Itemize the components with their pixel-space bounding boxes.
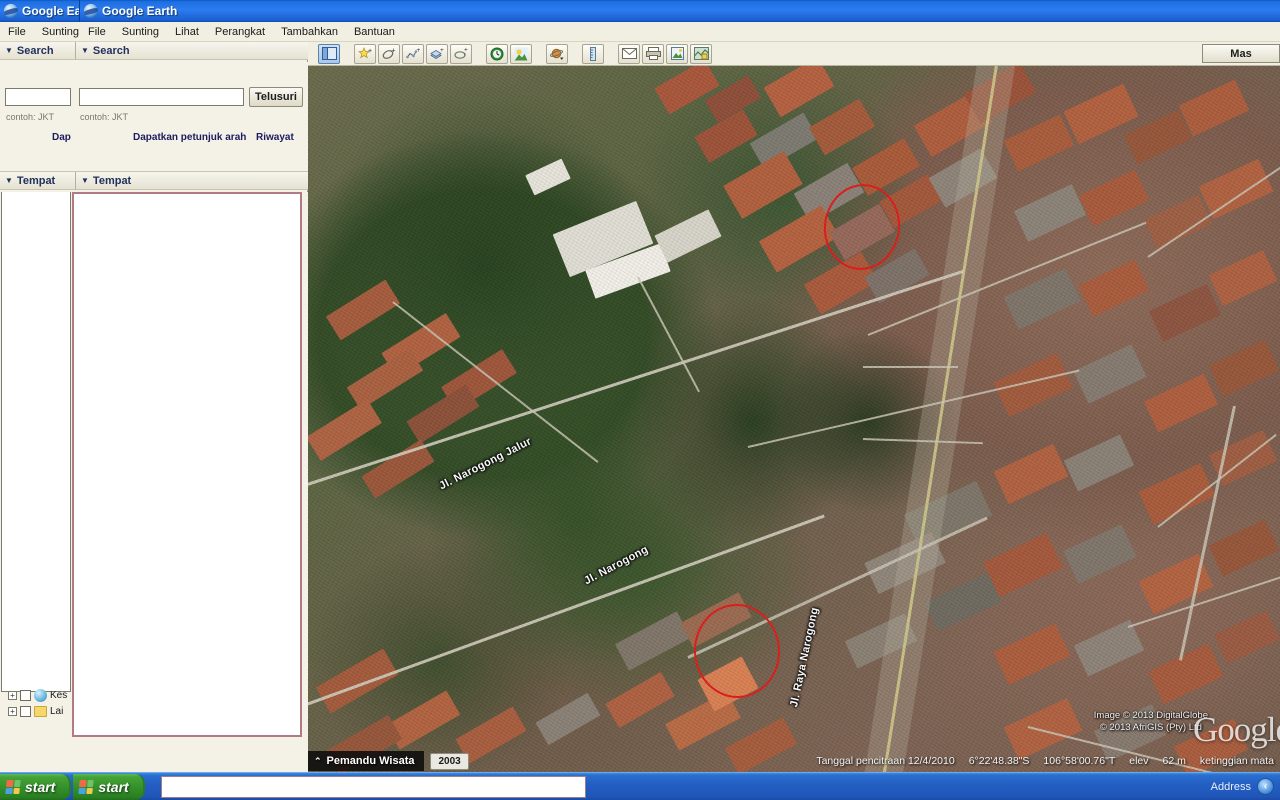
start-label-2: start (98, 778, 129, 795)
window-titlebar-back[interactable]: Google Ea (0, 0, 80, 22)
chevron-left-icon[interactable]: ‹ (1257, 778, 1274, 795)
search-input[interactable] (79, 88, 244, 106)
places-list[interactable] (72, 192, 302, 737)
svg-text:+: + (464, 47, 468, 54)
add-placemark-button[interactable]: + (354, 43, 376, 64)
email-button[interactable] (618, 43, 640, 64)
menu-bantuan[interactable]: Bantuan (346, 24, 403, 40)
sunlight-button[interactable] (510, 43, 532, 64)
search-hint-right: contoh: JKT (80, 112, 129, 122)
svg-text:+: + (440, 47, 444, 54)
layer-label: Kes (50, 689, 68, 701)
search-panel-title-back: Search (16, 44, 54, 57)
historical-imagery-button[interactable] (486, 43, 508, 64)
menu-sunting[interactable]: Sunting (114, 24, 167, 40)
view-in-maps-button[interactable] (690, 43, 712, 64)
directions-link[interactable]: Dapatkan petunjuk arah (133, 132, 246, 143)
add-image-overlay-button[interactable]: + (426, 43, 448, 64)
svg-text:+: + (416, 47, 420, 54)
places-panel-body: + Kes + Lai (0, 192, 308, 772)
layer-label: Lai (50, 705, 64, 717)
layer-checkbox[interactable] (20, 705, 31, 717)
window-title-front: Google Earth (102, 4, 178, 18)
tour-guide-label: Pemandu Wisata (326, 755, 415, 767)
print-button[interactable] (642, 43, 664, 64)
add-path-button[interactable]: + (402, 43, 424, 64)
ruler-button[interactable] (582, 43, 604, 64)
search-panel-title-front: Search (92, 44, 130, 57)
toggle-sidebar-button[interactable] (318, 43, 340, 64)
taskbar-address-input[interactable] (160, 775, 586, 798)
menubar-front: File Sunting Lihat Perangkat Tambahkan B… (80, 22, 1280, 42)
layer-checkbox[interactable] (20, 689, 31, 701)
search-hint-left: contoh: JKT (6, 112, 55, 122)
menu-lihat[interactable]: Lihat (167, 24, 207, 40)
toolbar: + + + + + Mas (308, 42, 1280, 66)
windows-logo-icon (78, 779, 95, 794)
svg-text:+: + (368, 48, 372, 55)
planets-button[interactable] (546, 43, 568, 64)
record-tour-button[interactable]: + (450, 43, 472, 64)
start-button-2[interactable]: start (73, 773, 145, 800)
places-panel-title-back: Tempat (16, 174, 56, 187)
map-copyright: Image © 2013 DigitalGlobe © 2013 AfriGIS… (1094, 710, 1208, 734)
chevron-down-icon: ▼ (5, 46, 13, 55)
google-earth-globe-icon (4, 4, 18, 18)
search-input-small[interactable] (5, 88, 71, 106)
chevron-up-icon: ⌃ (314, 755, 322, 766)
menu-file[interactable]: File (80, 24, 114, 40)
save-image-button[interactable] (666, 43, 688, 64)
menu-file-back[interactable]: File (0, 24, 34, 40)
system-tray: Address ‹ (1211, 778, 1280, 795)
imagery-grain (308, 66, 1280, 772)
globe-icon (34, 688, 47, 702)
chevron-down-icon: ▼ (81, 176, 89, 185)
menu-perangkat[interactable]: Perangkat (207, 24, 273, 40)
windows-logo-icon (5, 779, 21, 794)
search-button[interactable]: Telusuri (249, 87, 303, 107)
google-earth-globe-icon (84, 4, 98, 18)
map-viewport[interactable]: Jl. Narogong Jalur Jl. Narogong Jl. Raya… (308, 66, 1280, 772)
start-button-1[interactable]: start (0, 773, 72, 800)
menu-tambahkan[interactable]: Tambahkan (273, 24, 346, 40)
address-label: Address (1210, 780, 1251, 793)
places-panel-header-back[interactable]: ▼ Tempat (0, 172, 76, 190)
tour-guide-button[interactable]: ⌃ Pemandu Wisata (308, 751, 425, 771)
add-polygon-button[interactable]: + (378, 43, 400, 64)
history-link[interactable]: Riwayat (256, 132, 294, 143)
expand-icon[interactable]: + (8, 706, 17, 716)
places-panel-header-front[interactable]: ▼ Tempat (76, 172, 308, 190)
more-button[interactable]: Mas (1202, 44, 1280, 63)
expand-icon[interactable]: + (8, 690, 17, 700)
places-panel-title-front: Tempat (92, 174, 132, 187)
svg-text:+: + (391, 47, 395, 54)
menubar-back: File Sunting (0, 22, 80, 42)
historical-year-badge[interactable]: 2003 (430, 752, 469, 770)
copyright-line-2: © 2013 AfriGIS (Pty) Ltd (1099, 722, 1202, 733)
sidebar: ▼ Search ▼ Search Telusuri contoh: JKT c… (0, 42, 308, 772)
search-headers-row: ▼ Search ▼ Search (0, 42, 308, 62)
places-headers-row: ▼ Tempat ▼ Tempat (0, 172, 308, 192)
satellite-imagery: Jl. Narogong Jalur Jl. Narogong Jl. Raya… (308, 66, 1280, 772)
copyright-line-1: Image © 2013 DigitalGlobe (1093, 710, 1208, 721)
start-label-1: start (25, 778, 56, 795)
window-title-back: Google Ea (22, 4, 80, 18)
chevron-down-icon: ▼ (81, 46, 89, 55)
directions-link-short[interactable]: Dap (52, 132, 71, 143)
chevron-down-icon: ▼ (5, 176, 13, 185)
folder-icon (34, 705, 47, 717)
windows-taskbar: start start Address ‹ (0, 772, 1280, 800)
google-watermark: Google (1192, 710, 1280, 749)
search-panel-header-back[interactable]: ▼ Search (0, 42, 76, 60)
window-titlebar-front[interactable]: Google Earth (80, 0, 1280, 22)
search-panel-header-front[interactable]: ▼ Search (76, 42, 308, 60)
places-list-back[interactable] (1, 192, 71, 692)
search-panel-body: Telusuri contoh: JKT contoh: JKT Dap Dap… (0, 62, 308, 172)
